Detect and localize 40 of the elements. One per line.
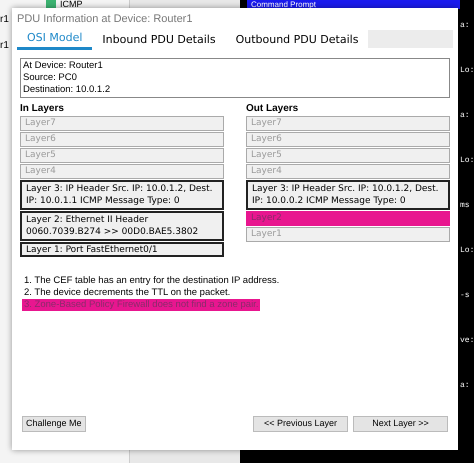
column-heading: In Layers (20, 103, 65, 115)
window-title: PDU Information at Device: Router1 (17, 12, 192, 27)
terminal-line: -s (460, 290, 470, 302)
terminal-line: a: (460, 380, 470, 392)
layer-row[interactable]: Layer6 (246, 132, 450, 147)
layer-row[interactable]: Layer5 (20, 148, 224, 163)
terminal-line: Lo: (460, 65, 474, 77)
layer-row[interactable]: Layer 2: Ethernet II Header 0060.7039.B274 >> 00D0.BAE5.3802 (20, 211, 224, 241)
layer-row[interactable]: Layer 1: Port FastEthernet0/1 (20, 242, 224, 257)
layer-row[interactable]: Layer4 (246, 164, 450, 179)
terminal-line: a: (460, 20, 470, 32)
device-label: r1 (0, 39, 9, 53)
tab[interactable]: OSI Model (17, 30, 92, 50)
layer-row[interactable]: Layer7 (246, 116, 450, 131)
previous-layer-button[interactable]: << Previous Layer (253, 416, 348, 432)
layer-row[interactable]: Layer6 (20, 132, 224, 147)
column-heading: Out Layers (246, 103, 300, 115)
layer-row[interactable]: Layer 3: IP Header Src. IP: 10.0.1.2, Dest. IP: 10.0.1.1 ICMP Message Type: 0 (20, 180, 224, 210)
tab[interactable]: Outbound PDU Details (226, 30, 368, 50)
info-line: At Device: Router1 (23, 60, 104, 72)
info-line: Destination: 10.0.1.2 (23, 84, 112, 96)
next-layer-button[interactable]: Next Layer >> (353, 416, 448, 432)
terminal-line: a: (460, 110, 470, 122)
terminal-line: ve: (460, 335, 474, 347)
message-line: 1. The CEF table has an entry for the destination IP address. (23, 275, 280, 287)
terminal-line: Lo: (460, 245, 474, 257)
list-item: ICMP (60, 0, 82, 8)
device-label: r1 (0, 13, 9, 27)
protocol-icon (46, 0, 56, 8)
layer-row[interactable]: Layer4 (20, 164, 224, 179)
layer-row[interactable]: Layer5 (246, 148, 450, 163)
layer-row[interactable]: Layer1 (246, 227, 450, 242)
info-line: Source: PC0 (23, 72, 78, 84)
layer-row[interactable]: Layer 3: IP Header Src. IP: 10.0.1.2, Dest. IP: 10.0.0.2 ICMP Message Type: 0 (246, 180, 450, 210)
challenge-button[interactable]: Challenge Me (22, 416, 86, 432)
tab[interactable]: Inbound PDU Details (92, 30, 226, 50)
layer-row[interactable]: Layer7 (20, 116, 224, 131)
terminal-line: Lo: (460, 155, 474, 167)
terminal-line: ms (460, 200, 470, 212)
message-line: 2. The device decrements the TTL on the packet. (23, 287, 232, 299)
